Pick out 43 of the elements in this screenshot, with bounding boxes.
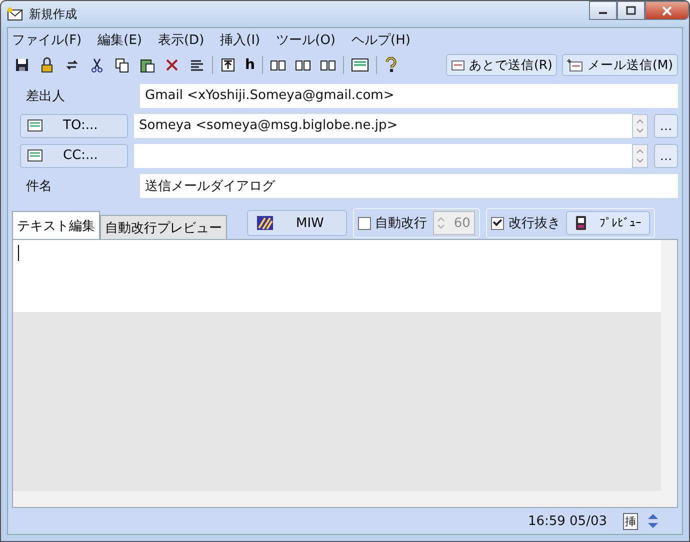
h-button[interactable]: h: [243, 55, 257, 75]
field-label: 件名: [25, 178, 53, 194]
vertical-scrollbar[interactable]: [661, 240, 677, 507]
maximize-icon: [626, 6, 636, 15]
strip-breaks-checkbox[interactable]: 改行抜き: [491, 214, 560, 232]
address-card-icon: [27, 119, 43, 132]
tab[interactable]: 自動改行プレビュー: [100, 215, 227, 239]
send-mail-button[interactable]: メール送信(M): [562, 54, 678, 76]
status-time: 16:59 05/03: [528, 514, 607, 528]
horizontal-scrollbar[interactable]: [13, 491, 661, 507]
envelope-icon: [451, 59, 465, 71]
up-down-arrows-icon[interactable]: [646, 512, 660, 530]
more-button[interactable]: …: [654, 114, 678, 138]
striped-square-icon: [256, 215, 274, 231]
menu-item[interactable]: ファイル(F): [12, 30, 82, 48]
insert-mode-indicator: 挿: [623, 512, 638, 530]
text-field[interactable]: 送信メールダイアログ: [140, 174, 678, 198]
menu-item[interactable]: 表示(D): [158, 30, 204, 48]
close-button[interactable]: [645, 1, 689, 20]
address-field[interactable]: [134, 144, 632, 168]
menu-item[interactable]: ヘルプ(H): [352, 30, 410, 48]
menu-item[interactable]: 挿入(I): [220, 30, 260, 48]
address-book-button[interactable]: TO:...: [20, 114, 128, 138]
minimize-button[interactable]: [589, 1, 617, 20]
tab[interactable]: テキスト編集: [12, 211, 100, 239]
menu-item[interactable]: 編集(E): [98, 30, 142, 48]
field-label: 差出人: [25, 88, 66, 104]
miw-button[interactable]: MIW: [247, 210, 347, 236]
envelope-icon: [7, 7, 23, 21]
maximize-button[interactable]: [617, 1, 645, 20]
mobile-phone-icon: [575, 215, 588, 231]
text-field[interactable]: Gmail <xYoshiji.Someya@gmail.com>: [140, 84, 678, 108]
auto-wrap-checkbox[interactable]: 自動改行: [358, 214, 427, 232]
more-button[interactable]: …: [654, 144, 678, 168]
preview-button[interactable]: ﾌﾟﾚﾋﾞｭｰ: [566, 211, 650, 235]
address-field[interactable]: Someya <someya@msg.biglobe.ne.jp>: [134, 114, 632, 138]
envelope-icon: [567, 58, 584, 72]
address-card-icon: [27, 149, 43, 162]
address-book-button[interactable]: CC:...: [20, 144, 128, 168]
close-icon: [661, 6, 673, 16]
send-later-button[interactable]: あとで送信(R): [446, 54, 558, 76]
window-title: 新規作成: [29, 6, 77, 22]
menu-item[interactable]: ツール(O): [276, 30, 336, 48]
